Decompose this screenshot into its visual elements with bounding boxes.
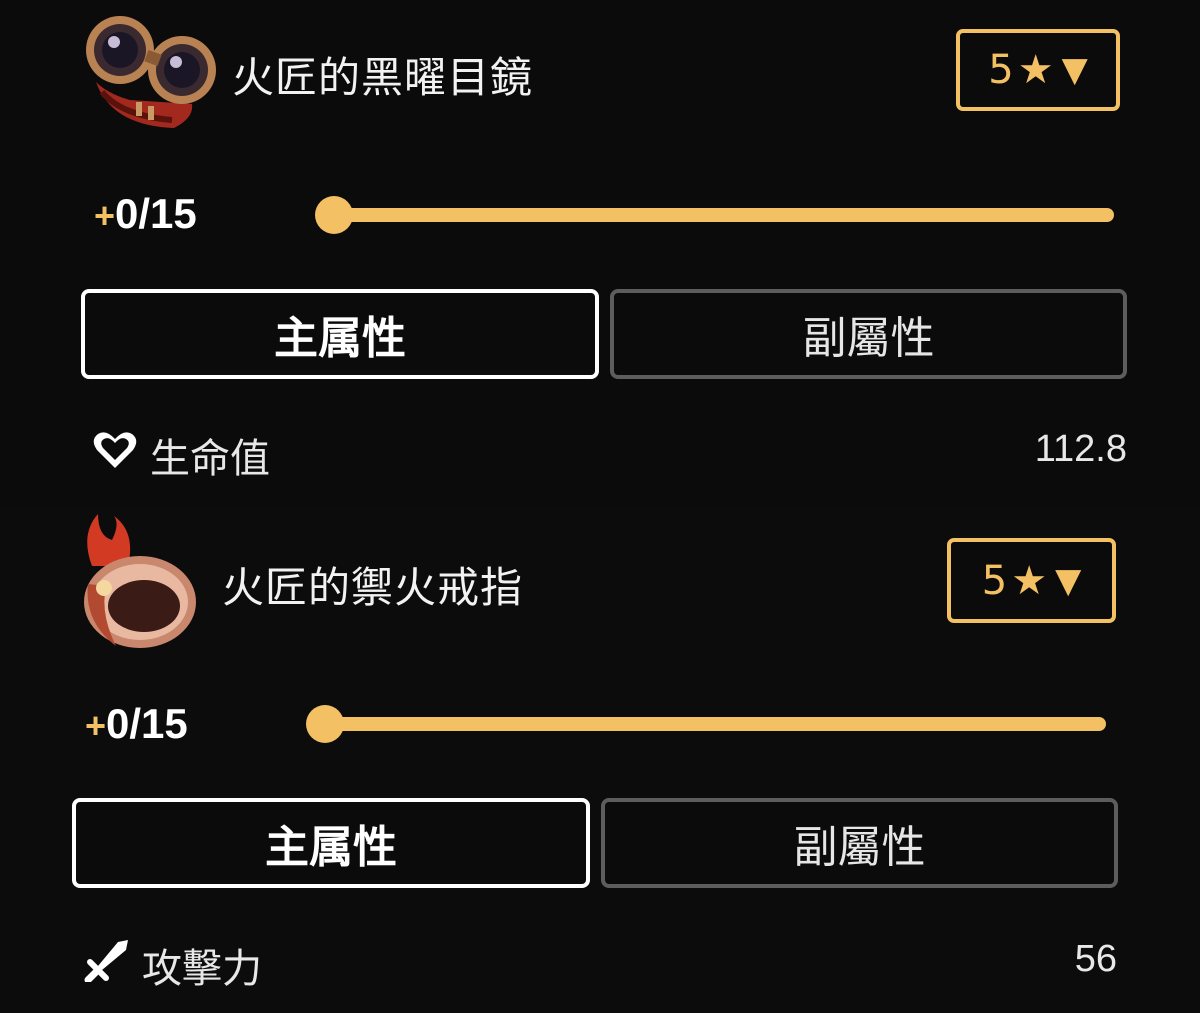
- heart-icon: [92, 430, 138, 472]
- sword-icon: [84, 938, 130, 984]
- level-counter: +0/15: [85, 700, 188, 748]
- stat-value: 56: [1074, 938, 1117, 980]
- level-counter: +0/15: [94, 190, 197, 238]
- tab-sub-label: 副屬性: [802, 313, 935, 364]
- star-icon: ★: [1017, 47, 1054, 93]
- level-text: 0/15: [115, 190, 197, 237]
- chevron-down-icon: ▼: [1055, 560, 1082, 601]
- flame-ring-icon: [80, 514, 204, 654]
- level-slider-thumb[interactable]: [315, 196, 353, 234]
- tab-main-label: 主属性: [265, 822, 397, 873]
- tab-sub-stats[interactable]: 副屬性: [601, 798, 1118, 888]
- star-icon: ★: [1011, 557, 1048, 604]
- stat-value: 112.8: [1034, 428, 1127, 470]
- tab-sub-stats[interactable]: 副屬性: [610, 289, 1127, 379]
- rarity-value: 5: [988, 47, 1014, 93]
- rarity-dropdown[interactable]: 5 ★ ▼: [956, 29, 1120, 111]
- level-text: 0/15: [106, 700, 188, 747]
- item-panel-ring: 火匠的禦火戒指 5 ★ ▼ +0/15 主属性 副屬性 攻擊力 56: [0, 506, 1200, 1013]
- item-name: 火匠的黑曜目鏡: [232, 53, 534, 102]
- item-name: 火匠的禦火戒指: [222, 563, 524, 612]
- level-slider-track[interactable]: [324, 717, 1106, 731]
- stat-label: 生命值: [150, 436, 270, 482]
- tab-main-stats[interactable]: 主属性: [81, 289, 599, 379]
- rarity-value: 5: [981, 557, 1008, 604]
- level-slider-track[interactable]: [332, 208, 1114, 222]
- level-prefix: +: [85, 705, 107, 746]
- tab-sub-label: 副屬性: [793, 822, 926, 873]
- stat-label: 攻擊力: [142, 946, 262, 992]
- level-slider-thumb[interactable]: [306, 705, 344, 743]
- rarity-dropdown[interactable]: 5 ★ ▼: [947, 538, 1116, 623]
- chevron-down-icon: ▼: [1061, 50, 1088, 90]
- level-prefix: +: [94, 195, 116, 236]
- goggles-icon: [82, 8, 218, 134]
- tab-main-stats[interactable]: 主属性: [72, 798, 590, 888]
- tab-main-label: 主属性: [274, 313, 406, 364]
- item-panel-goggles: 火匠的黑曜目鏡 5 ★ ▼ +0/15 主属性 副屬性 生命值 112.8: [0, 0, 1200, 506]
